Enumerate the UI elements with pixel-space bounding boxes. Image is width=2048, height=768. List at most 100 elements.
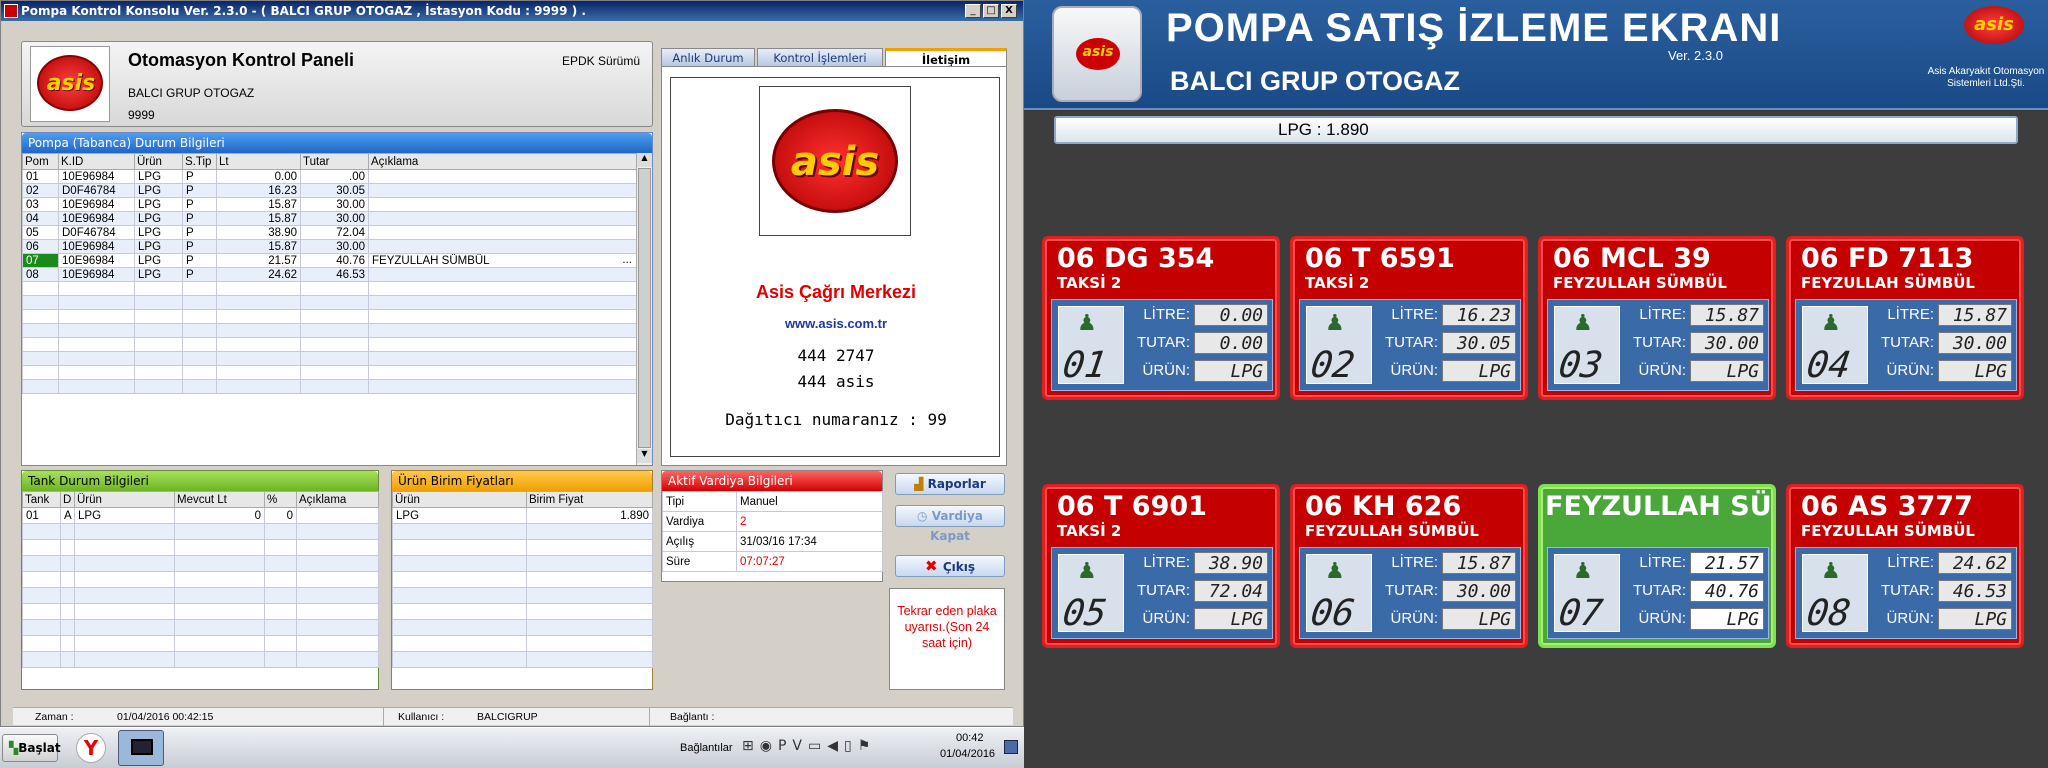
- table-row[interactable]: 01 A LPG 0 0: [22, 507, 379, 524]
- table-row[interactable]: 02 D0F46784 LPG P 16.23 30.05: [22, 183, 637, 198]
- price-panel-title: Ürün Birim Fiyatları: [392, 471, 652, 491]
- table-row[interactable]: 01 10E96984 LPG P 0.00.00: [22, 169, 637, 184]
- pump-col-header[interactable]: Tutar: [300, 153, 369, 170]
- table-row[interactable]: [392, 523, 653, 540]
- close-button[interactable]: X: [1001, 4, 1017, 18]
- row-ellipsis[interactable]: ...: [622, 255, 632, 267]
- table-row[interactable]: [392, 619, 653, 636]
- tutar-label: TUTAR:: [1136, 334, 1190, 351]
- table-row[interactable]: [392, 539, 653, 556]
- pump-col-header[interactable]: S.Tip: [182, 153, 217, 170]
- table-row[interactable]: [22, 295, 637, 310]
- table-row[interactable]: [392, 603, 653, 620]
- parking-icon[interactable]: P: [778, 738, 792, 754]
- table-row[interactable]: [392, 555, 653, 572]
- reports-button[interactable]: ▟ Raporlar: [895, 473, 1005, 495]
- table-row[interactable]: [392, 571, 653, 588]
- tank-col-header[interactable]: Mevcut Lt: [174, 491, 265, 508]
- table-row[interactable]: [22, 619, 379, 636]
- pump-col-header[interactable]: Açıklama: [368, 153, 637, 170]
- table-row[interactable]: [392, 587, 653, 604]
- scroll-up-arrow[interactable]: ▲: [637, 153, 652, 167]
- table-row[interactable]: 04 10E96984 LPG P 15.87 30.00: [22, 211, 637, 226]
- tank-col-header[interactable]: Ürün: [74, 491, 175, 508]
- tab-iletisim[interactable]: İletişim: [885, 48, 1007, 67]
- table-row[interactable]: [22, 365, 637, 380]
- tank-col-header[interactable]: %: [264, 491, 297, 508]
- table-row[interactable]: [22, 379, 637, 394]
- pump-card[interactable]: 06 DG 354 TAKSİ 2 ♟ 01 LİTRE: 0.00 TUTAR: 0.00 Ü…: [1042, 236, 1280, 400]
- minimize-button[interactable]: _: [965, 4, 981, 18]
- table-row[interactable]: 07 10E96984 LPG P 21.57 40.76 FEYZULLAH SÜMBÜL…: [22, 253, 637, 268]
- table-cell: [22, 365, 59, 380]
- table-row[interactable]: [22, 635, 379, 652]
- pump-card[interactable]: 06 T 6901 TAKSİ 2 ♟ 05 LİTRE: 38.90 TUTAR: 72.0…: [1042, 484, 1280, 648]
- monitor-app-icon[interactable]: [118, 730, 164, 766]
- table-cell: 16.23: [216, 183, 301, 198]
- table-row[interactable]: [22, 603, 379, 620]
- pump-col-header[interactable]: Pom: [22, 153, 59, 170]
- tab-anlik-durum[interactable]: Anlık Durum: [661, 48, 755, 66]
- table-row[interactable]: [22, 523, 379, 540]
- price-col-header[interactable]: Birim Fiyat: [526, 491, 653, 508]
- clock-date[interactable]: 01/04/2016: [940, 748, 995, 760]
- table-row[interactable]: 05 D0F46784 LPG P 38.90 72.04: [22, 225, 637, 240]
- yandex-browser-icon[interactable]: Y: [76, 733, 106, 763]
- table-row[interactable]: [22, 323, 637, 338]
- exit-button[interactable]: ✖ Çıkış: [895, 555, 1005, 577]
- litre-label: LİTRE:: [1143, 306, 1190, 323]
- volume-icon[interactable]: ◀: [827, 738, 844, 754]
- tank-col-header[interactable]: Tank: [22, 491, 61, 508]
- pump-card[interactable]: 06 AS 3777 FEYZULLAH SÜMBÜL ♟ 08 LİTRE: 24.62…: [1786, 484, 2024, 648]
- table-row[interactable]: [392, 651, 653, 668]
- table-row[interactable]: [22, 351, 637, 366]
- table-row[interactable]: [22, 555, 379, 572]
- pump-card[interactable]: 06 MCL 39 FEYZULLAH SÜMBÜL ♟ 03 LİTRE: 15.87 T…: [1538, 236, 1776, 400]
- clock-time[interactable]: 00:42: [956, 732, 984, 744]
- maximize-button[interactable]: □: [983, 4, 999, 18]
- window-titlebar[interactable]: Pompa Kontrol Konsolu Ver. 2.3.0 - ( BAL…: [1, 1, 1023, 21]
- price-col-header[interactable]: Ürün: [392, 491, 527, 508]
- shift-value: 07:07:27: [736, 551, 883, 572]
- pump-col-header[interactable]: Lt: [216, 153, 301, 170]
- table-row[interactable]: 06 10E96984 LPG P 15.87 30.00: [22, 239, 637, 254]
- display-icon[interactable]: ▭: [808, 738, 827, 754]
- pump-col-header[interactable]: Ürün: [134, 153, 183, 170]
- start-button[interactable]: ▚Başlat: [2, 734, 61, 762]
- pump-col-header[interactable]: K.ID: [58, 153, 135, 170]
- table-row[interactable]: [22, 651, 379, 668]
- pump-card[interactable]: FEYZULLAH SÜ ♟ 07 LİTRE: 21.57 TUTAR: 40.76 ÜRÜ…: [1538, 484, 1776, 648]
- pump-table-scrollbar[interactable]: ▲ ▼: [636, 153, 652, 465]
- table-row[interactable]: [392, 635, 653, 652]
- table-row[interactable]: [22, 337, 637, 352]
- table-row[interactable]: [22, 281, 637, 296]
- table-row[interactable]: LPG 1.890: [392, 507, 653, 524]
- connections-label[interactable]: Bağlantılar: [680, 742, 733, 754]
- tank-col-header[interactable]: Açıklama: [296, 491, 379, 508]
- table-row[interactable]: [22, 587, 379, 604]
- steam-icon[interactable]: ◉: [760, 738, 778, 754]
- battery-icon[interactable]: ▯: [844, 738, 858, 754]
- windows-icon: ▚: [9, 741, 19, 755]
- table-row[interactable]: [22, 539, 379, 556]
- table-row[interactable]: [22, 571, 379, 588]
- table-cell: [58, 323, 135, 338]
- network-icon[interactable]: ⊞: [742, 738, 760, 754]
- table-row[interactable]: 03 10E96984 LPG P 15.87 30.00: [22, 197, 637, 212]
- close-shift-button[interactable]: ◷ Vardiya Kapat: [895, 505, 1005, 543]
- table-row[interactable]: 08 10E96984 LPG P 24.62 46.53: [22, 267, 637, 282]
- website-link[interactable]: www.asis.com.tr: [671, 316, 1001, 331]
- table-row[interactable]: [22, 309, 637, 324]
- show-desktop-button[interactable]: [1004, 740, 1018, 754]
- vnc-icon[interactable]: V: [792, 738, 808, 754]
- table-cell: [392, 603, 527, 620]
- scroll-down-arrow[interactable]: ▼: [637, 449, 652, 463]
- tank-col-header[interactable]: D: [60, 491, 75, 508]
- pump-card[interactable]: 06 T 6591 TAKSİ 2 ♟ 02 LİTRE: 16.23 TUTAR: 30.0…: [1290, 236, 1528, 400]
- tab-kontrol-islemleri[interactable]: Kontrol İşlemleri: [757, 48, 883, 66]
- scroll-thumb[interactable]: [638, 168, 651, 448]
- pump-card[interactable]: 06 KH 626 FEYZULLAH SÜMBÜL ♟ 06 LİTRE: 15.87 T…: [1290, 484, 1528, 648]
- flag-icon[interactable]: ⚑: [858, 738, 877, 754]
- pump-card[interactable]: 06 FD 7113 FEYZULLAH SÜMBÜL ♟ 04 LİTRE: 15.87…: [1786, 236, 2024, 400]
- pump-number: 05: [1060, 593, 1110, 634]
